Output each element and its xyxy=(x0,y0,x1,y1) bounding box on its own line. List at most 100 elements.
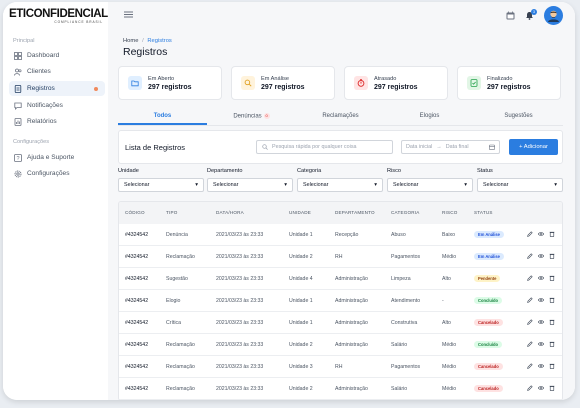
tab-reclamacoes[interactable]: Reclamações xyxy=(296,109,385,125)
filter-risco: Risco Selecionar ▾ xyxy=(387,168,473,192)
sidebar: ETICONFIDENCIAL COMPLIANCE BRASIL Princi… xyxy=(3,2,108,400)
table-row[interactable]: #4324542 Elogio 2021/03/23 às 23:33 Unidade… xyxy=(119,290,562,312)
sidebar-item-ajuda[interactable]: ? Ajuda e Suporte xyxy=(9,150,105,165)
folder-open-icon xyxy=(128,76,142,90)
calendar-icon[interactable] xyxy=(489,144,495,150)
departamento-select[interactable]: Selecionar ▾ xyxy=(207,178,293,192)
tab-todos[interactable]: Todos xyxy=(118,109,207,125)
table-row[interactable]: #4324542 Reclamação 2021/03/23 às 23:33 Uni… xyxy=(119,378,562,400)
cell-type: Reclamação xyxy=(166,254,195,260)
edit-icon[interactable] xyxy=(527,341,533,347)
search-icon xyxy=(241,76,255,90)
filter-label: Departamento xyxy=(207,168,243,174)
row-actions xyxy=(527,385,555,391)
stat-card-em-aberto[interactable]: Em Aberto 297 registros xyxy=(118,66,222,100)
table-row[interactable]: #4324542 Crítica 2021/03/23 às 23:33 Unidad… xyxy=(119,312,562,334)
table-row[interactable]: #4324542 Reclamação 2021/03/23 às 23:33 Uni… xyxy=(119,334,562,356)
users-icon xyxy=(14,68,22,76)
row-actions xyxy=(527,341,555,347)
cell-cat: Atendimento xyxy=(391,298,421,304)
trash-icon[interactable] xyxy=(549,341,555,347)
filter-unidade: Unidade Selecionar ▾ xyxy=(118,168,204,192)
cell-type: Reclamação xyxy=(166,364,195,370)
sidebar-item-relatorios[interactable]: Relatórios xyxy=(9,114,105,129)
filter-label: Status xyxy=(477,168,493,174)
trash-icon[interactable] xyxy=(549,385,555,391)
column-header[interactable]: CATEGORIA xyxy=(391,210,420,215)
eye-icon[interactable] xyxy=(538,231,544,237)
edit-icon[interactable] xyxy=(527,253,533,259)
add-button[interactable]: + Adicionar xyxy=(509,139,558,155)
eye-icon[interactable] xyxy=(538,363,544,369)
calendar-icon[interactable] xyxy=(506,11,515,20)
trash-icon[interactable] xyxy=(549,297,555,303)
column-header[interactable]: DEPARTAMENTO xyxy=(335,210,375,215)
filters-row: Unidade Selecionar ▾ Departamento Selecio… xyxy=(118,168,563,196)
edit-icon[interactable] xyxy=(527,385,533,391)
eye-icon[interactable] xyxy=(538,385,544,391)
sidebar-section-main: Principal xyxy=(13,38,35,44)
edit-icon[interactable] xyxy=(527,319,533,325)
column-header[interactable]: STATUS xyxy=(474,210,493,215)
edit-icon[interactable] xyxy=(527,363,533,369)
date-range-picker[interactable]: Data inicial → Data final xyxy=(401,140,500,154)
stat-value: 297 registros xyxy=(261,84,305,91)
column-header[interactable]: UNIDADE xyxy=(289,210,311,215)
sidebar-item-notificacoes[interactable]: Notificações xyxy=(9,98,105,113)
risco-select[interactable]: Selecionar ▾ xyxy=(387,178,473,192)
search-input[interactable]: Pesquisa rápida por qualquer coisa xyxy=(256,140,393,154)
eye-icon[interactable] xyxy=(538,319,544,325)
date-start-field[interactable]: Data inicial xyxy=(406,144,432,150)
eye-icon[interactable] xyxy=(538,341,544,347)
sidebar-item-clientes[interactable]: Clientes xyxy=(9,64,105,79)
table-row[interactable]: #4324542 Sugestão 2021/03/23 às 23:33 Unida… xyxy=(119,268,562,290)
stat-card-em-analise[interactable]: Em Análise 297 registros xyxy=(231,66,335,100)
edit-icon[interactable] xyxy=(527,297,533,303)
breadcrumb-home[interactable]: Home xyxy=(123,38,138,44)
cell-dept: Administração xyxy=(335,276,368,282)
edit-icon[interactable] xyxy=(527,275,533,281)
cell-risk: Baixo xyxy=(442,232,455,238)
column-header[interactable]: TIPO xyxy=(166,210,178,215)
table-row[interactable]: #4324542 Reclamação 2021/03/23 às 23:33 Uni… xyxy=(119,246,562,268)
table-row[interactable]: #4324542 Reclamação 2021/03/23 às 23:33 Uni… xyxy=(119,356,562,378)
status-select[interactable]: Selecionar ▾ xyxy=(477,178,563,192)
tab-denuncias[interactable]: Denúncias 0 xyxy=(207,109,296,125)
topbar: 3 xyxy=(108,2,575,32)
search-placeholder: Pesquisa rápida por qualquer coisa xyxy=(272,144,357,150)
cell-date: 2021/03/23 às 23:33 xyxy=(216,254,264,260)
eye-icon[interactable] xyxy=(538,275,544,281)
avatar[interactable] xyxy=(544,6,563,25)
main-content: 3 Home / Registros Registros Em Aberto 2… xyxy=(108,2,575,400)
trash-icon[interactable] xyxy=(549,231,555,237)
hamburger-menu-icon[interactable] xyxy=(124,11,133,20)
trash-icon[interactable] xyxy=(549,319,555,325)
column-header[interactable]: RISCO xyxy=(442,210,458,215)
column-header[interactable]: DATA/HORA xyxy=(216,210,244,215)
stat-card-finalizado[interactable]: Finalizado 297 registros xyxy=(457,66,561,100)
eye-icon[interactable] xyxy=(538,253,544,259)
table-row[interactable]: #4324542 Denúncia 2021/03/23 às 23:33 Unida… xyxy=(119,224,562,246)
filter-categoria: Categoria Selecionar ▾ xyxy=(297,168,383,192)
bell-icon[interactable]: 3 xyxy=(525,9,537,20)
unidade-select[interactable]: Selecionar ▾ xyxy=(118,178,204,192)
stat-card-atrasado[interactable]: Atrasado 297 registros xyxy=(344,66,448,100)
column-header[interactable]: CÓDIGO xyxy=(125,210,145,215)
sidebar-item-dashboard[interactable]: Dashboard xyxy=(9,48,105,63)
tab-elogios[interactable]: Elogios xyxy=(385,109,474,125)
edit-icon[interactable] xyxy=(527,231,533,237)
categoria-select[interactable]: Selecionar ▾ xyxy=(297,178,383,192)
trash-icon[interactable] xyxy=(549,253,555,259)
sidebar-item-configuracoes[interactable]: Configurações xyxy=(9,166,105,181)
date-end-field[interactable]: Data final xyxy=(446,144,469,150)
row-actions xyxy=(527,275,555,281)
trash-icon[interactable] xyxy=(549,363,555,369)
cell-cat: Salário xyxy=(391,342,408,348)
status-badge: Cancelado xyxy=(474,363,503,370)
sidebar-item-registros[interactable]: Registros xyxy=(9,81,105,96)
cell-type: Sugestão xyxy=(166,276,188,282)
breadcrumb-current[interactable]: Registros xyxy=(147,38,171,44)
tab-sugestoes[interactable]: Sugestões xyxy=(474,109,563,125)
trash-icon[interactable] xyxy=(549,275,555,281)
eye-icon[interactable] xyxy=(538,297,544,303)
